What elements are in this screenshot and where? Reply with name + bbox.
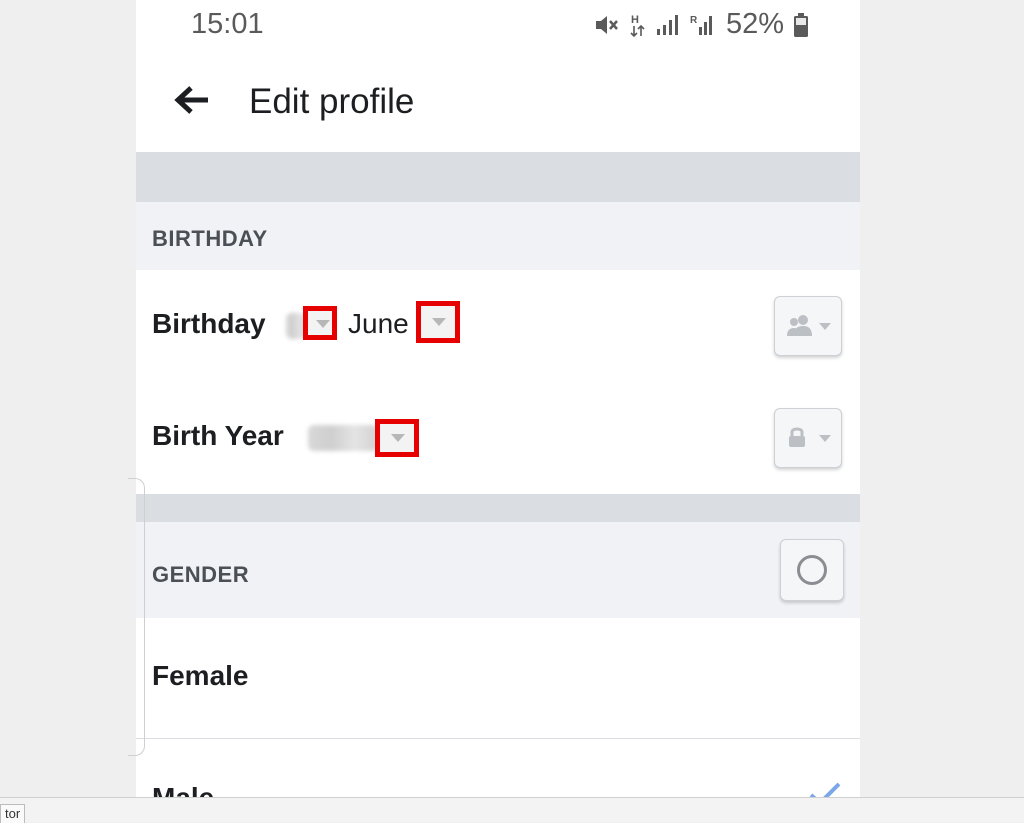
birthday-audience-button[interactable] [774,296,842,356]
side-panel-edge [128,478,145,756]
circle-icon [797,555,827,585]
mute-icon [595,15,618,34]
gender-section-header: GENDER [136,522,860,618]
birth-year-value [308,425,378,451]
phone-screen: 15:01 H R 52% Edit profile BIRTHDAY Birt… [136,0,860,797]
gender-section-label: GENDER [152,562,250,587]
data-hplus-icon: H [630,14,645,37]
gender-option-male[interactable]: Male [136,739,860,797]
birthday-row: Birthday June [136,270,860,382]
status-bar: 15:01 H R 52% [136,0,860,52]
section-gap [136,494,860,522]
back-arrow-icon[interactable] [172,80,212,120]
svg-text:H: H [631,14,639,26]
signal-icon [656,14,678,35]
chevron-down-icon [819,323,831,330]
bottom-tab[interactable]: tor [0,804,26,823]
checkmark-icon [809,782,841,797]
birth-year-label: Birth Year [152,420,284,451]
birthday-month-value: June [348,308,409,339]
svg-text:R: R [690,15,698,26]
chevron-down-icon [316,320,330,328]
status-icons: H R 52% [594,8,808,41]
lock-icon [789,427,805,447]
gender-option-label: Female [152,660,249,691]
friends-icon [787,315,812,336]
birth-year-audience-button[interactable] [774,408,842,468]
birthday-section-header: BIRTHDAY [136,202,860,270]
birth-year-row: Birth Year [136,382,860,494]
status-time: 15:01 [191,8,264,40]
gender-option-label: Male [152,782,214,797]
chevron-down-icon [819,435,831,442]
birthday-section-label: BIRTHDAY [152,226,268,251]
gender-option-female[interactable]: Female [136,618,860,738]
birthday-day-dropdown[interactable] [303,306,337,340]
section-gap [136,152,860,202]
battery-icon [794,12,808,37]
roaming-signal-icon: R [690,15,712,35]
gender-audience-button[interactable] [780,539,844,601]
chevron-down-icon [391,434,405,442]
battery-percent: 52% [725,8,784,40]
chevron-down-icon [432,318,446,326]
birthday-label: Birthday [152,308,266,339]
birth-year-dropdown[interactable] [375,419,419,457]
bottom-strip: tor [0,797,1024,823]
birthday-month-dropdown[interactable] [416,301,460,343]
page-title: Edit profile [249,82,415,121]
app-header: Edit profile [136,52,860,152]
